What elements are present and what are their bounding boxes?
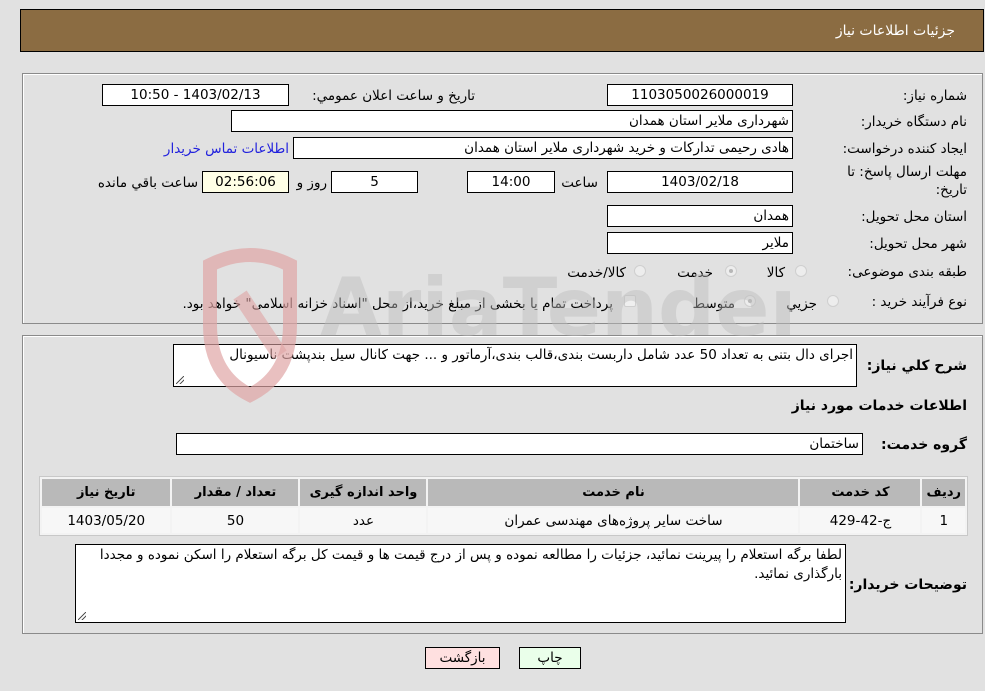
- deadline-date-field: 1403/02/18: [607, 171, 793, 193]
- service-group-field: ساختمان: [176, 433, 863, 455]
- buyer-contact-link[interactable]: اطلاعات تماس خریدار: [164, 141, 289, 157]
- table-row: 1 ج-42-429 ساخت سایر پروژه‌های مهندسی عم…: [42, 508, 965, 533]
- announce-date-label: تاریخ و ساعت اعلان عمومي:: [312, 88, 475, 104]
- remaining-time-field: 02:56:06: [202, 171, 289, 193]
- category-option-goods-service: کالا/خدمت: [567, 265, 626, 281]
- deadline-label-line1: مهلت ارسال پاسخ: تا: [847, 164, 967, 180]
- category-radio-goods[interactable]: [795, 265, 807, 277]
- page-title: جزئیات اطلاعات نیاز: [835, 23, 955, 39]
- cell-need-date: 1403/05/20: [42, 508, 171, 533]
- process-option-medium: متوسط: [692, 296, 735, 312]
- resize-grip-icon[interactable]: [78, 612, 86, 620]
- deadline-time-label: ساعت: [561, 175, 598, 191]
- announce-date-field: 1403/02/13 - 10:50: [102, 84, 289, 106]
- treasury-note: پرداخت تمام یا بخشی از مبلغ خرید،از محل …: [182, 296, 613, 312]
- need-number-label: شماره نیاز:: [902, 88, 967, 104]
- days-remaining-field: 5: [331, 171, 418, 193]
- deadline-time-field: 14:00: [467, 171, 555, 193]
- page-header: جزئیات اطلاعات نیاز: [20, 9, 984, 52]
- description-label: شرح كلي نياز:: [866, 358, 967, 374]
- column-header-need-date: تاریخ نیاز: [42, 479, 171, 506]
- column-header-service-code: کد خدمت: [800, 479, 921, 506]
- cell-service-code: ج-42-429: [800, 508, 921, 533]
- buyer-notes-label: توضیحات خریدار:: [848, 577, 967, 593]
- column-header-unit: واحد اندازه گیری: [300, 479, 427, 506]
- description-textarea[interactable]: اجرای دال بتنی به تعداد 50 عدد شامل دارب…: [173, 344, 857, 387]
- creator-label: ایجاد کننده درخواست:: [842, 141, 967, 157]
- category-radio-goods-service[interactable]: [634, 265, 646, 277]
- resize-grip-icon[interactable]: [176, 376, 184, 384]
- creator-field: هادی رحیمی تدارکات و خرید شهرداری ملایر …: [293, 137, 793, 159]
- need-number-field: 1103050026000019: [607, 84, 793, 106]
- buyer-notes-text: لطفا برگه استعلام را پیرینت نمائید، جزئی…: [99, 547, 842, 582]
- buyer-org-label: نام دستگاه خريدار:: [860, 114, 967, 130]
- column-header-service-name: نام خدمت: [428, 479, 799, 506]
- buyer-notes-textarea[interactable]: لطفا برگه استعلام را پیرینت نمائید، جزئی…: [75, 544, 846, 623]
- category-option-service: خدمت: [677, 265, 713, 281]
- province-field: همدان: [607, 205, 793, 227]
- process-radio-minor[interactable]: [827, 295, 839, 307]
- table-header-row: رديف کد خدمت نام خدمت واحد اندازه گیری ت…: [42, 479, 965, 506]
- deadline-label-line2: تاریخ:: [935, 182, 967, 198]
- treasury-checkbox[interactable]: [624, 295, 636, 307]
- services-table: رديف کد خدمت نام خدمت واحد اندازه گیری ت…: [39, 476, 968, 536]
- buyer-org-field: شهرداری ملایر استان همدان: [231, 110, 793, 132]
- category-option-goods: کالا: [766, 265, 785, 281]
- cell-unit: عدد: [300, 508, 427, 533]
- city-field: ملایر: [607, 232, 793, 254]
- days-label: روز و: [296, 175, 327, 191]
- cell-quantity: 50: [172, 508, 299, 533]
- description-text: اجرای دال بتنی به تعداد 50 عدد شامل دارب…: [229, 347, 853, 363]
- cell-row-number: 1: [922, 508, 965, 533]
- print-button[interactable]: چاپ: [519, 647, 581, 669]
- service-group-label: گروه خدمت:: [881, 437, 967, 453]
- process-option-minor: جزيي: [786, 296, 817, 312]
- back-button[interactable]: بازگشت: [425, 647, 500, 669]
- category-label: طبقه بندی موضوعی:: [847, 264, 967, 280]
- process-radio-medium[interactable]: [744, 295, 756, 307]
- purchase-process-label: نوع فرآیند خرید :: [871, 294, 967, 310]
- column-header-row-number: رديف: [922, 479, 965, 506]
- column-header-quantity: تعداد / مقدار: [172, 479, 299, 506]
- cell-service-name: ساخت سایر پروژه‌های مهندسی عمران: [428, 508, 799, 533]
- province-label: استان محل تحویل:: [861, 209, 967, 225]
- remaining-time-label: ساعت باقي مانده: [97, 175, 198, 191]
- city-label: شهر محل تحویل:: [869, 236, 967, 252]
- services-section-title: اطلاعات خدمات مورد نياز: [791, 398, 967, 414]
- category-radio-service[interactable]: [725, 265, 737, 277]
